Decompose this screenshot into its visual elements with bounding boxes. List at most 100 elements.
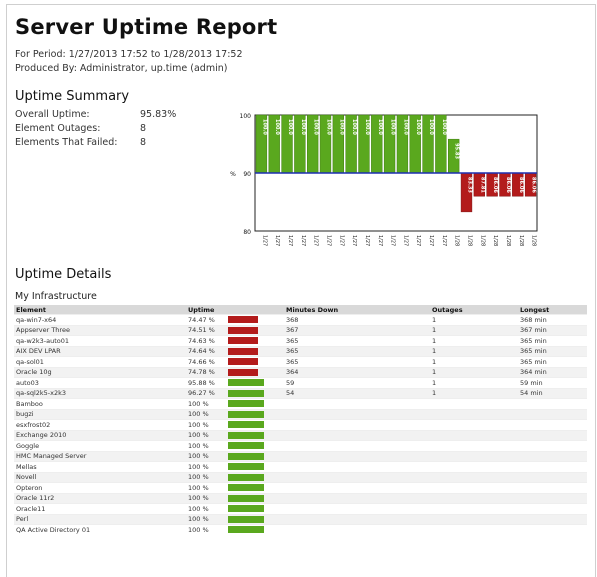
table-row: bugzi 100 %: [14, 408, 587, 420]
minutes-down-cell: [284, 429, 430, 441]
summary-value: 95.83%: [140, 109, 177, 120]
uptime-value: 74.66 %: [188, 357, 215, 366]
longest-cell: [518, 513, 587, 525]
uptime-cell: 74.64 %: [186, 345, 284, 357]
outages-cell: [430, 398, 518, 409]
uptime-value: 100 %: [188, 452, 209, 461]
uptime-value: 74.63 %: [188, 336, 215, 345]
element-cell: QA Active Directory 01: [14, 524, 186, 535]
x-tick-label: 1/28: [479, 235, 485, 246]
uptime-value: 74.51 %: [188, 326, 215, 335]
uptime-bar: [228, 505, 264, 513]
y-tick-label: 90: [243, 171, 251, 178]
uptime-value: 74.64 %: [188, 347, 215, 356]
minutes-down-cell: [284, 440, 430, 451]
minutes-down-cell: [284, 482, 430, 493]
minutes-down-cell: [284, 450, 430, 462]
x-tick-label: 1/27: [428, 235, 434, 246]
x-tick-label: 1/27: [441, 235, 447, 246]
uptime-details-table: Element Uptime Minutes Down Outages Long…: [14, 305, 587, 535]
outages-cell: [430, 492, 518, 504]
uptime-bar: [228, 347, 258, 355]
longest-cell: [518, 524, 587, 535]
x-tick-label: 1/27: [261, 235, 267, 246]
uptime-value: 100 %: [188, 504, 209, 513]
y-tick-label: 100: [240, 113, 252, 120]
uptime-bar: [228, 494, 264, 502]
uptime-bar: [228, 368, 258, 376]
x-tick-label: 1/28: [531, 235, 537, 246]
uptime-cell: 96.27 %: [186, 387, 284, 399]
x-tick-label: 1/27: [377, 235, 383, 246]
minutes-down-cell: 367: [284, 324, 430, 336]
uptime-value: 100 %: [188, 431, 209, 440]
uptime-bar: [228, 316, 258, 324]
uptime-value: 100 %: [188, 420, 209, 429]
element-cell: Goggle: [14, 440, 186, 451]
minutes-down-cell: [284, 492, 430, 504]
element-cell: AIX DEV LPAR: [14, 345, 186, 357]
uptime-cell: 74.47 %: [186, 314, 284, 325]
table-row: Perl 100 %: [14, 513, 587, 525]
uptime-value: 96.27 %: [188, 389, 215, 398]
uptime-bar: [228, 515, 264, 523]
uptime-cell: 100 %: [186, 440, 284, 451]
col-longest[interactable]: Longest: [518, 305, 587, 315]
col-uptime[interactable]: Uptime: [186, 305, 284, 315]
outages-cell: 1: [430, 377, 518, 388]
element-cell: Opteron: [14, 482, 186, 493]
outages-cell: [430, 429, 518, 441]
table-row: Appserver Three 74.51 % 367 1 367 min: [14, 324, 587, 336]
outages-cell: [430, 471, 518, 483]
element-cell: Oracle11: [14, 503, 186, 514]
col-element[interactable]: Element: [14, 305, 186, 315]
minutes-down-cell: [284, 513, 430, 525]
report-page: Server Uptime Report For Period: 1/27/20…: [6, 4, 596, 577]
bar-data-label: 86.06: [492, 177, 498, 193]
uptime-value: 100 %: [188, 441, 209, 450]
uptime-cell: 74.51 %: [186, 324, 284, 336]
outages-cell: [430, 524, 518, 535]
element-cell: bugzi: [14, 408, 186, 420]
element-cell: Oracle 11r2: [14, 492, 186, 504]
uptime-cell: 100 %: [186, 408, 284, 420]
outages-cell: 1: [430, 356, 518, 367]
report-produced-by: Produced By: Administrator, up.time (adm…: [15, 63, 228, 74]
table-row: Goggle 100 %: [14, 440, 587, 451]
uptime-cell: 100 %: [186, 450, 284, 462]
table-row: qa-w2k3-auto01 74.63 % 365 1 365 min: [14, 335, 587, 346]
uptime-value: 95.88 %: [188, 378, 215, 387]
summary-element-outages: Element Outages: 8: [15, 123, 165, 134]
minutes-down-cell: 368: [284, 314, 430, 325]
summary-overall-uptime: Overall Uptime: 95.83%: [15, 109, 176, 120]
table-row: esxfrost02 100 %: [14, 419, 587, 430]
uptime-cell: 100 %: [186, 492, 284, 504]
table-body: qa-win7-x64 74.47 % 368 1 368 min Appserver T…: [14, 314, 587, 535]
table-row: QA Active Directory 01 100 %: [14, 524, 587, 535]
table-row: Oracle 11r2 100 %: [14, 492, 587, 504]
element-cell: qa-w2k3-auto01: [14, 335, 186, 346]
col-outages[interactable]: Outages: [430, 305, 518, 315]
uptime-details-heading: Uptime Details: [15, 267, 112, 282]
uptime-bar: [228, 442, 264, 450]
outages-cell: [430, 503, 518, 514]
longest-cell: [518, 429, 587, 441]
uptime-value: 74.78 %: [188, 368, 215, 377]
uptime-value: 100 %: [188, 515, 209, 524]
outages-cell: [430, 408, 518, 420]
element-cell: esxfrost02: [14, 419, 186, 430]
outages-cell: 1: [430, 345, 518, 357]
bar-data-label: 95.83: [454, 143, 460, 159]
outages-cell: [430, 440, 518, 451]
element-cell: HMC Managed Server: [14, 450, 186, 462]
uptime-bar: [228, 431, 264, 439]
outages-cell: 1: [430, 324, 518, 336]
longest-cell: [518, 482, 587, 493]
longest-cell: 364 min: [518, 366, 587, 378]
col-minutes-down[interactable]: Minutes Down: [284, 305, 430, 315]
report-period: For Period: 1/27/2013 17:52 to 1/28/2013…: [15, 49, 243, 60]
table-row: qa-win7-x64 74.47 % 368 1 368 min: [14, 314, 587, 325]
table-row: Exchange 2010 100 %: [14, 429, 587, 441]
summary-value: 8: [140, 137, 147, 148]
bar-data-label: 100.0: [390, 119, 396, 135]
